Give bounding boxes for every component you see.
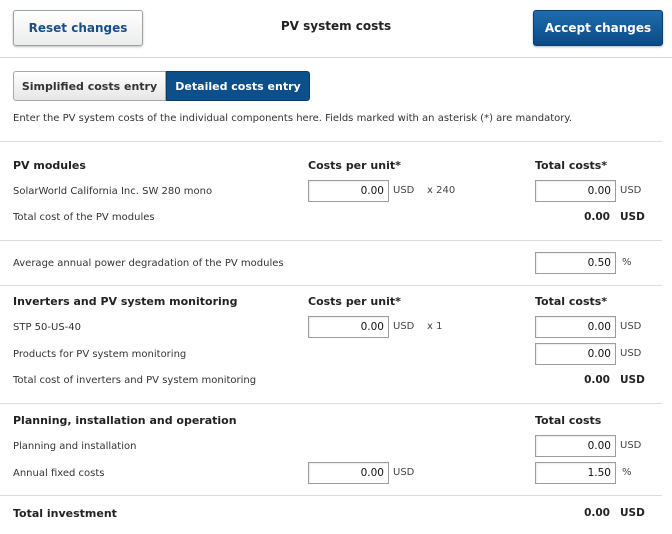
pv-module-unit-cost-input[interactable]: [308, 180, 389, 202]
currency-label: USD: [620, 507, 645, 519]
currency-label: USD: [620, 440, 642, 451]
pv-modules-sum-value: 0.00: [584, 211, 610, 223]
pv-modules-sum-label: Total cost of the PV modules: [13, 212, 155, 223]
cost-entry-tabs: Simplified costs entry Detailed costs en…: [13, 71, 310, 101]
costs-per-unit-header: Costs per unit*: [308, 159, 401, 172]
inverter-unit-cost-input[interactable]: [308, 316, 389, 338]
percent-label: %: [622, 257, 632, 268]
reset-changes-button[interactable]: Reset changes: [13, 10, 143, 46]
divider: [0, 495, 662, 496]
divider: [0, 403, 662, 404]
quantity-label: x 1: [427, 321, 443, 332]
inverter-total-cost-input[interactable]: [535, 316, 616, 338]
inverter-name: STP 50-US-40: [13, 322, 81, 333]
pv-modules-heading: PV modules: [13, 159, 86, 172]
currency-label: USD: [393, 467, 415, 478]
intro-text: Enter the PV system costs of the individ…: [13, 113, 573, 124]
degradation-input[interactable]: [535, 252, 616, 274]
currency-label: USD: [620, 321, 642, 332]
percent-label: %: [622, 467, 632, 478]
monitoring-label: Products for PV system monitoring: [13, 349, 187, 360]
installation-label: Planning and installation: [13, 441, 137, 452]
total-investment-value: 0.00: [584, 507, 610, 519]
divider: [0, 141, 662, 142]
page-title: PV system costs: [280, 19, 392, 33]
currency-label: USD: [620, 185, 642, 196]
total-costs-header: Total costs: [535, 414, 602, 427]
toolbar: Reset changes PV system costs Accept cha…: [0, 0, 672, 58]
installation-cost-input[interactable]: [535, 435, 616, 457]
inverters-sum-value: 0.00: [584, 374, 610, 386]
degradation-label: Average annual power degradation of the …: [13, 258, 284, 269]
tab-detailed-costs[interactable]: Detailed costs entry: [166, 71, 310, 101]
currency-label: USD: [393, 185, 415, 196]
pv-module-name: SolarWorld California Inc. SW 280 mono: [13, 186, 213, 197]
monitoring-cost-input[interactable]: [535, 343, 616, 365]
currency-label: USD: [620, 374, 645, 386]
fixed-costs-percent-input[interactable]: [535, 462, 616, 484]
total-investment-label: Total investment: [13, 507, 117, 520]
fixed-costs-unit-input[interactable]: [308, 462, 389, 484]
currency-label: USD: [620, 348, 642, 359]
accept-changes-button[interactable]: Accept changes: [533, 10, 663, 46]
planning-heading: Planning, installation and operation: [13, 414, 237, 427]
total-costs-header: Total costs*: [535, 295, 608, 308]
costs-per-unit-header: Costs per unit*: [308, 295, 401, 308]
tab-simplified-costs[interactable]: Simplified costs entry: [13, 71, 166, 101]
quantity-label: x 240: [427, 185, 456, 196]
fixed-costs-label: Annual fixed costs: [13, 468, 105, 479]
divider: [0, 285, 662, 286]
inverters-heading: Inverters and PV system monitoring: [13, 295, 238, 308]
currency-label: USD: [393, 321, 415, 332]
currency-label: USD: [620, 211, 645, 223]
divider: [0, 240, 662, 241]
pv-module-total-cost-input[interactable]: [535, 180, 616, 202]
total-costs-header: Total costs*: [535, 159, 608, 172]
inverters-sum-label: Total cost of inverters and PV system mo…: [13, 375, 257, 386]
